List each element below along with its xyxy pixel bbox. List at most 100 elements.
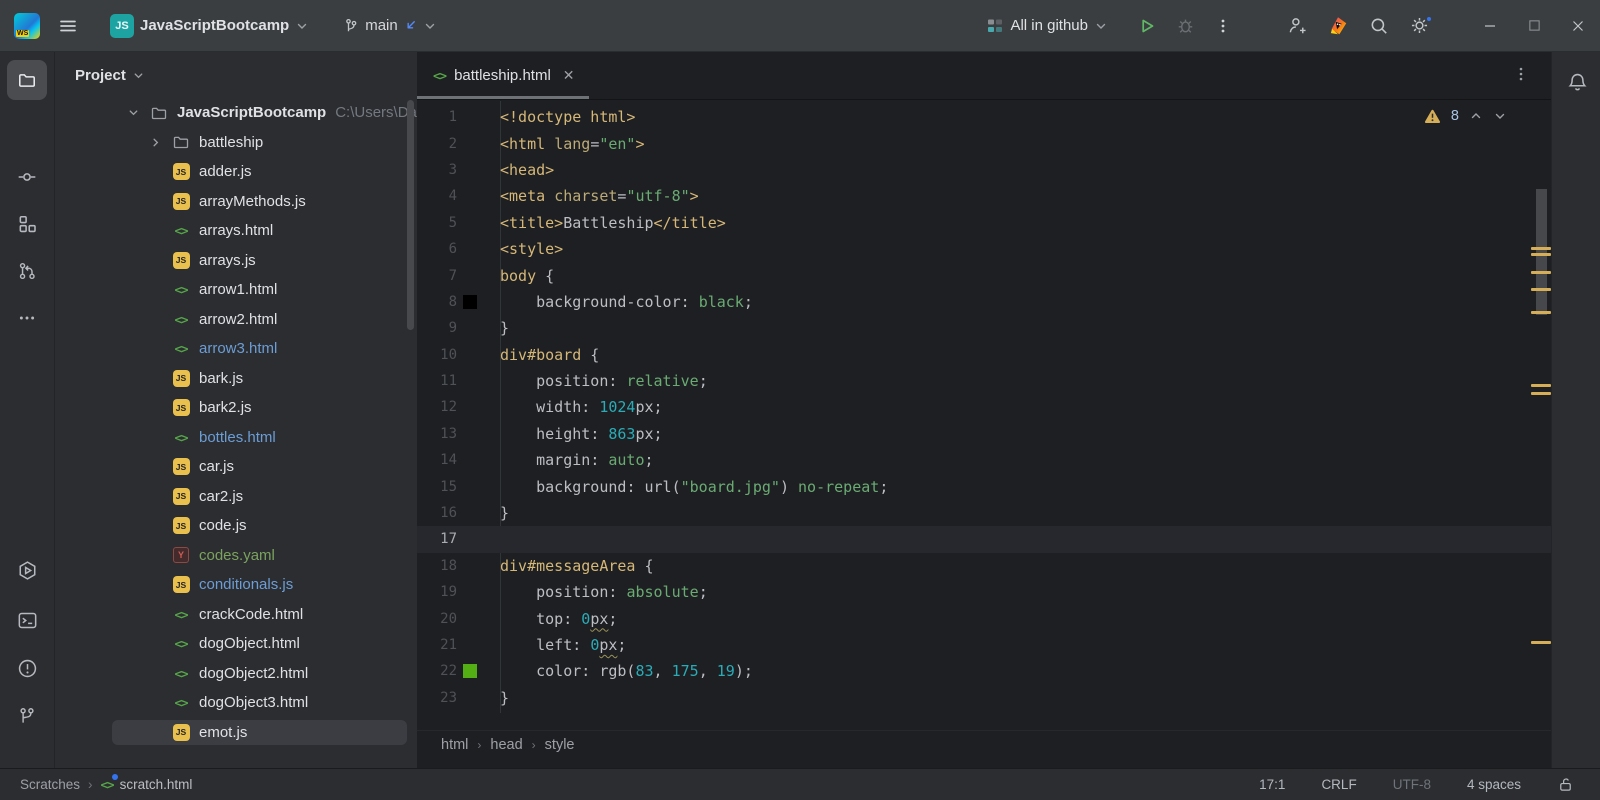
caret-position[interactable]: 17:1 [1259,777,1285,792]
line-ending[interactable]: CRLF [1321,777,1356,792]
code-line-18[interactable]: 18 div#messageArea { [417,553,1551,579]
tree-item-arrays-html[interactable]: <> arrays.html [55,216,417,246]
tree-item-dogobject2-html[interactable]: <> dogObject2.html [55,659,417,689]
code-editor[interactable]: 8 1 <!doctype html> 2 <html lang="en"> 3 <hea… [417,101,1551,733]
code-line-11[interactable]: 11 position: relative; [417,368,1551,394]
git-tool-button[interactable] [7,696,47,736]
pull-requests-tool-button[interactable] [7,251,47,291]
close-tab-icon[interactable]: ✕ [563,67,575,84]
chevron-down-icon[interactable] [119,106,147,119]
code-line-1[interactable]: 1 <!doctype html> [417,104,1551,130]
tree-item-bark2-js[interactable]: JS bark2.js [55,393,417,423]
code-line-5[interactable]: 5 <title>Battleship</title> [417,210,1551,236]
terminal-tool-button[interactable] [7,600,47,640]
line-number: 23 [440,689,457,706]
code-line-7[interactable]: 7 body { [417,262,1551,288]
editor-options-kebab[interactable] [1513,66,1529,82]
search-everywhere-button[interactable] [1361,9,1397,43]
ai-assistant-button[interactable] [1319,9,1357,43]
indent-setting[interactable]: 4 spaces [1467,777,1521,792]
tree-item-bottles-html[interactable]: <> bottles.html [55,423,417,453]
project-tool-button[interactable] [7,60,47,100]
code-line-23[interactable]: 23} [417,685,1551,711]
main-menu-button[interactable] [50,9,86,43]
code-line-16[interactable]: 16} [417,500,1551,526]
code-line-22[interactable]: 22 color: rgb(83, 175, 19); [417,658,1551,684]
tree-item-dogobject-html[interactable]: <> dogObject.html [55,629,417,659]
unlock-icon[interactable] [1557,776,1574,793]
breadcrumb-style[interactable]: style [545,737,575,753]
file-encoding[interactable]: UTF-8 [1393,777,1431,792]
project-widget[interactable]: JS JavaScriptBootcamp [102,9,317,43]
tree-item-arrow1-html[interactable]: <> arrow1.html [55,275,417,305]
maximize-button[interactable] [1512,0,1556,52]
tree-item-label: arrays.js [199,251,256,269]
breadcrumb-html[interactable]: html [441,737,468,753]
chevron-right-icon[interactable] [141,136,169,149]
status-path-root[interactable]: Scratches [20,777,80,792]
notifications-button[interactable] [1557,62,1597,102]
warning-stripe-mark[interactable] [1531,311,1551,314]
tree-item-arrow2-html[interactable]: <> arrow2.html [55,305,417,335]
problems-tool-button[interactable] [7,648,47,688]
code-line-8[interactable]: 8 background-color: black; [417,289,1551,315]
code-line-3[interactable]: 3 <head> [417,157,1551,183]
code-line-6[interactable]: 6 <style> [417,236,1551,262]
code-line-9[interactable]: 9} [417,315,1551,341]
settings-button[interactable] [1401,9,1438,43]
code-line-19[interactable]: 19 position: absolute; [417,579,1551,605]
breadcrumb-separator: › [477,737,482,752]
services-tool-button[interactable] [7,550,47,590]
run-configuration-selector[interactable]: All in github [978,9,1116,43]
more-tool-windows-button[interactable] [7,298,47,338]
tab-battleship-html[interactable]: <> battleship.html ✕ [417,52,589,99]
tree-item-arraymethods-js[interactable]: JS arrayMethods.js [55,187,417,217]
code-line-14[interactable]: 14 margin: auto; [417,447,1551,473]
tree-item-dogobject3-html[interactable]: <> dogObject3.html [55,688,417,718]
tree-item-adder-js[interactable]: JS adder.js [55,157,417,187]
tree-item-arrow3-html[interactable]: <> arrow3.html [55,334,417,364]
warning-stripe-mark[interactable] [1531,392,1551,395]
code-line-20[interactable]: 20 top: 0px; [417,605,1551,631]
commit-tool-button[interactable] [7,157,47,197]
warning-stripe-mark[interactable] [1531,271,1551,274]
run-button[interactable] [1130,9,1164,43]
code-line-4[interactable]: 4 <meta charset="utf-8"> [417,183,1551,209]
js-icon: JS [169,517,193,535]
minimize-button[interactable] [1468,0,1512,52]
tree-item-emot-js[interactable]: JS emot.js [55,718,417,748]
code-line-17[interactable]: 17 [417,526,1551,553]
tree-item-arrays-js[interactable]: JS arrays.js [55,246,417,276]
vcs-branch-widget[interactable]: main [335,9,445,43]
code-line-21[interactable]: 21 left: 0px; [417,632,1551,658]
more-actions-button[interactable] [1207,9,1239,43]
breadcrumb-head[interactable]: head [490,737,522,753]
close-window-button[interactable] [1556,0,1600,52]
warning-stripe-mark[interactable] [1531,288,1551,291]
tree-item-code-js[interactable]: JS code.js [55,511,417,541]
code-line-12[interactable]: 12 width: 1024px; [417,394,1551,420]
tree-item-battleship[interactable]: battleship [55,128,417,158]
structure-tool-button[interactable] [7,204,47,244]
warning-stripe-mark[interactable] [1531,384,1551,387]
code-line-2[interactable]: 2 <html lang="en"> [417,130,1551,156]
project-panel-header[interactable]: Project [55,52,417,94]
warning-stripe-mark[interactable] [1531,247,1551,250]
code-line-15[interactable]: 15 background: url("board.jpg") no-repea… [417,473,1551,499]
status-path-file[interactable]: <> scratch.html [101,774,192,792]
code-line-10[interactable]: 10 div#board { [417,342,1551,368]
code-line-13[interactable]: 13 height: 863px; [417,421,1551,447]
tree-item-bark-js[interactable]: JS bark.js [55,364,417,394]
tree-item-javascriptbootcamp[interactable]: JavaScriptBootcamp C:\Users\David [55,98,417,128]
tree-item-car2-js[interactable]: JS car2.js [55,482,417,512]
tree-item-car-js[interactable]: JS car.js [55,452,417,482]
code-text: <title>Battleship</title> [500,213,726,232]
project-tree-scrollbar[interactable] [407,100,414,330]
warning-stripe-mark[interactable] [1531,253,1551,256]
debug-button[interactable] [1168,9,1203,43]
warning-stripe-mark[interactable] [1531,641,1551,644]
tree-item-crackcode-html[interactable]: <> crackCode.html [55,600,417,630]
tree-item-conditionals-js[interactable]: JS conditionals.js [55,570,417,600]
tree-item-codes-yaml[interactable]: Ycodes.yaml [55,541,417,571]
code-with-me-button[interactable] [1279,9,1315,43]
